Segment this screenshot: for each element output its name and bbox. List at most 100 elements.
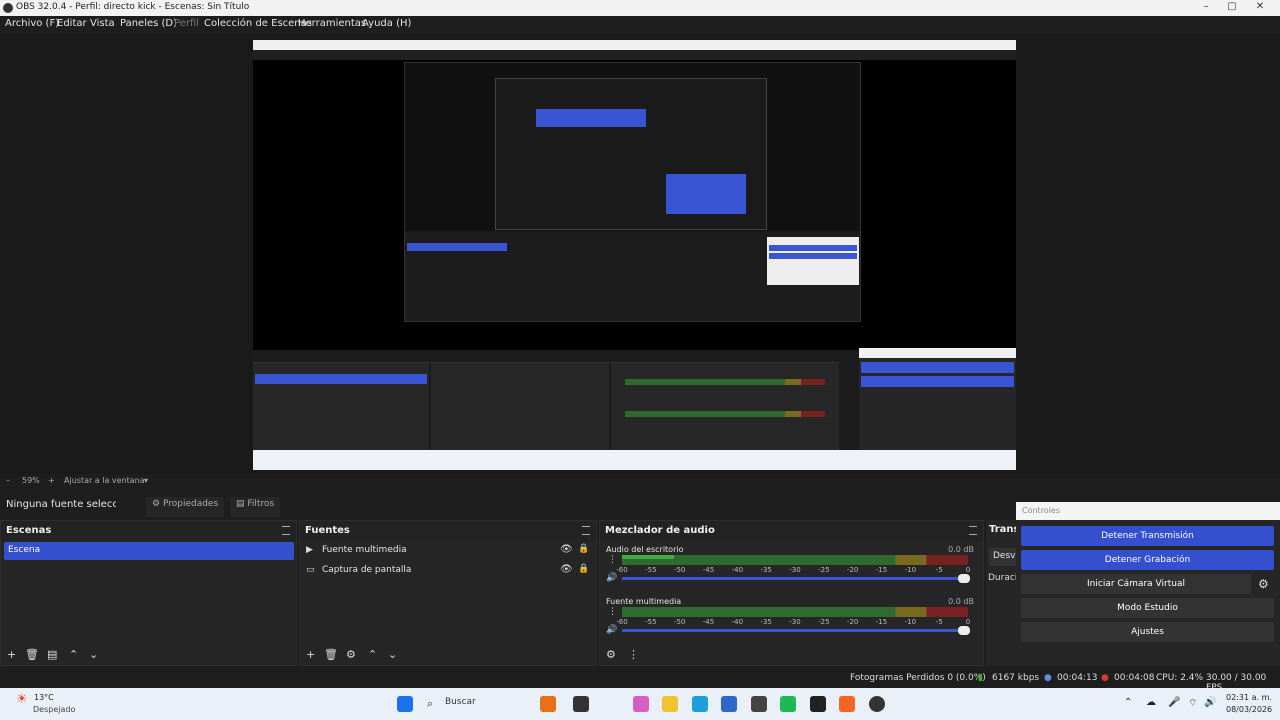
source-item[interactable]: ▶ Fuente multimedia 👁 🔒 xyxy=(304,542,594,560)
dock-menu-icon[interactable] xyxy=(582,526,590,535)
speaker-icon[interactable]: 🔊 xyxy=(606,573,617,583)
speaker-icon[interactable]: 🔊 xyxy=(606,625,617,635)
task-view-icon[interactable] xyxy=(573,696,589,712)
trash-icon[interactable]: 🗑 xyxy=(25,648,39,661)
sources-title: Fuentes xyxy=(305,525,350,536)
window-title: OBS 32.0.4 - Perfil: directo kick - Esce… xyxy=(16,2,250,12)
maximize-button[interactable]: ▢ xyxy=(1222,1,1242,12)
stop-recording-button[interactable]: Detener Grabación xyxy=(1021,550,1274,570)
move-up-icon[interactable]: ⌃ xyxy=(69,648,78,661)
zoom-out-button[interactable]: – xyxy=(6,476,10,485)
transition-select[interactable]: Desva xyxy=(989,548,1016,566)
filter-icon[interactable]: ▤ xyxy=(47,648,57,661)
preview-nested-screen-2 xyxy=(495,78,767,230)
filters-label: Filtros xyxy=(247,499,275,509)
file-explorer-icon[interactable] xyxy=(662,696,678,712)
gear-icon[interactable]: ⚙ xyxy=(1258,577,1269,591)
app-icon[interactable] xyxy=(751,696,767,712)
meter-tick-label: -30 xyxy=(789,618,801,626)
menu-coleccion[interactable]: Colección de Escenas xyxy=(204,18,312,29)
widgets-icon[interactable] xyxy=(540,696,556,712)
sources-header: Fuentes xyxy=(300,521,596,541)
properties-button[interactable]: ⚙ Propiedades xyxy=(146,497,225,517)
move-down-icon[interactable]: ⌄ xyxy=(388,648,397,661)
volume-icon[interactable]: 🔊 xyxy=(1204,697,1216,708)
gear-icon[interactable]: ⚙ xyxy=(606,648,616,661)
meter-live-level xyxy=(622,555,674,559)
obs-icon[interactable] xyxy=(869,696,885,712)
source-item[interactable]: ▭ Captura de pantalla 👁 🔒 xyxy=(304,562,594,580)
stop-streaming-button[interactable]: Detener Transmisión xyxy=(1021,526,1274,546)
scene-item[interactable]: Escena xyxy=(4,542,294,560)
trash-icon[interactable]: 🗑 xyxy=(324,648,338,661)
volume-slider[interactable] xyxy=(622,574,970,583)
lock-icon[interactable]: 🔒 xyxy=(578,564,589,574)
edge-icon[interactable] xyxy=(692,696,708,712)
mixer-dock: Mezclador de audio Audio del escritorio … xyxy=(599,520,984,666)
move-down-icon[interactable]: ⌄ xyxy=(89,648,98,661)
nested-scene-selection xyxy=(255,374,427,384)
dock-menu-icon[interactable] xyxy=(969,526,977,535)
menu-ayuda[interactable]: Ayuda (H) xyxy=(362,18,411,29)
menu-perfil[interactable]: Perfil xyxy=(174,18,199,29)
search-icon: ⌕ xyxy=(427,697,434,710)
more-vertical-icon[interactable]: ⋮ xyxy=(608,607,617,617)
terminal-icon[interactable] xyxy=(810,696,826,712)
windows-start-icon[interactable] xyxy=(397,696,413,712)
chevron-down-icon[interactable]: ▾ xyxy=(144,476,148,485)
menu-archivo[interactable]: Archivo (F) xyxy=(5,18,59,29)
store-icon[interactable] xyxy=(721,696,737,712)
menu-editar[interactable]: Editar xyxy=(57,18,87,29)
chevron-up-icon[interactable]: ⌃ xyxy=(1124,697,1132,708)
add-scene-icon[interactable]: + xyxy=(7,648,16,661)
meter-scale: -60 -55 -50 -45 -40 -35 -30 -25 -20 -15 -10 -5 0 xyxy=(616,618,970,626)
wifi-icon[interactable]: ⌔ xyxy=(1188,697,1197,710)
controls-dock: Controles Detener Transmisión Detener Gr… xyxy=(1016,502,1280,666)
fit-window-dropdown[interactable]: Ajustar a la ventana xyxy=(64,476,145,485)
studio-mode-button[interactable]: Modo Estudio xyxy=(1021,598,1274,618)
move-up-icon[interactable]: ⌃ xyxy=(368,648,377,661)
cloud-icon[interactable]: ☁ xyxy=(1146,697,1156,708)
transitions-title: Trans xyxy=(989,524,1020,535)
settings-button[interactable]: Ajustes xyxy=(1021,622,1274,642)
properties-label: Propiedades xyxy=(162,499,219,509)
taskbar-search[interactable]: ⌕ Buscar xyxy=(421,694,531,714)
dock-menu-icon[interactable] xyxy=(282,526,290,535)
copilot-icon[interactable] xyxy=(633,696,649,712)
meter-tick-label: 0 xyxy=(965,566,971,574)
preview-nested-screen xyxy=(404,62,861,322)
meter-tick-label: -50 xyxy=(673,566,686,574)
slider-handle[interactable] xyxy=(958,626,970,635)
lock-icon[interactable]: 🔒 xyxy=(578,544,589,554)
spotify-icon[interactable] xyxy=(780,696,796,712)
more-vertical-icon[interactable]: ⋮ xyxy=(628,648,639,661)
more-vertical-icon[interactable]: ⋮ xyxy=(608,555,617,565)
nested-blue-block xyxy=(536,109,646,127)
close-button[interactable]: ✕ xyxy=(1250,1,1270,12)
source-item-label: Captura de pantalla xyxy=(322,565,412,575)
slider-handle[interactable] xyxy=(958,574,970,583)
meter-tick-label: -15 xyxy=(875,566,888,574)
nested-scene-selection xyxy=(407,243,507,251)
clock-date[interactable]: 08/03/2026 xyxy=(1226,705,1272,714)
menu-vista[interactable]: Vista xyxy=(90,18,115,29)
nested-dock xyxy=(405,231,860,321)
start-virtual-camera-button[interactable]: Iniciar Cámara Virtual xyxy=(1021,574,1251,594)
volume-slider[interactable] xyxy=(622,626,970,635)
weather-icon[interactable]: ☀ xyxy=(16,692,28,707)
zoom-in-button[interactable]: + xyxy=(48,476,55,485)
filters-button[interactable]: ▤ Filtros xyxy=(230,497,281,517)
preview-canvas[interactable] xyxy=(253,40,1016,470)
menu-herramientas[interactable]: Herramientas xyxy=(298,18,366,29)
gear-icon[interactable]: ⚙ xyxy=(346,648,356,661)
add-source-icon[interactable]: + xyxy=(306,648,315,661)
app-icon[interactable] xyxy=(839,696,855,712)
microphone-icon[interactable]: 🎤 xyxy=(1168,697,1180,708)
minimize-button[interactable]: – xyxy=(1196,1,1216,12)
clock-time[interactable]: 02:31 a. m. xyxy=(1226,693,1272,702)
mixer-channel: Fuente multimedia 0.0 dB ⋮ -60 -55 -50 -45-… xyxy=(606,597,974,647)
eye-icon[interactable]: 👁 xyxy=(560,544,573,555)
eye-icon[interactable]: 👁 xyxy=(560,564,573,575)
menu-paneles[interactable]: Paneles (D) xyxy=(120,18,177,29)
meter-tick-label: -50 xyxy=(673,618,686,626)
